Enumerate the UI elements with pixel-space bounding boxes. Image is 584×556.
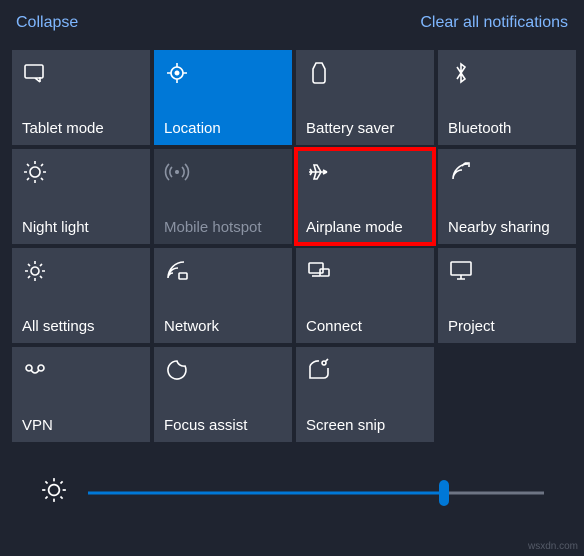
brightness-thumb[interactable]	[439, 480, 449, 506]
tile-project[interactable]: Project	[438, 248, 576, 343]
brightness-slider[interactable]	[88, 481, 544, 505]
tile-nearby-sharing[interactable]: Nearby sharing	[438, 149, 576, 244]
tile-mobile-hotspot: Mobile hotspot	[154, 149, 292, 244]
settings-icon	[22, 258, 140, 284]
tile-label: Network	[164, 318, 282, 335]
tile-night-light[interactable]: Night light	[12, 149, 150, 244]
focus-icon	[164, 357, 282, 383]
tile-label: Nearby sharing	[448, 219, 566, 236]
tile-vpn[interactable]: VPN	[12, 347, 150, 442]
snip-icon	[306, 357, 424, 383]
connect-icon	[306, 258, 424, 284]
tablet-icon	[22, 60, 140, 86]
bluetooth-icon	[448, 60, 566, 86]
collapse-link[interactable]: Collapse	[16, 14, 78, 32]
clear-notifications-link[interactable]: Clear all notifications	[420, 14, 568, 32]
vpn-icon	[22, 357, 140, 383]
tile-label: Night light	[22, 219, 140, 236]
quick-actions-grid: Tablet mode Location Battery saver Bluetoot…	[0, 50, 584, 442]
tile-label: Location	[164, 120, 282, 137]
airplane-icon	[306, 159, 424, 185]
watermark: wsxdn.com	[528, 541, 578, 552]
network-icon	[164, 258, 282, 284]
tile-label: Connect	[306, 318, 424, 335]
tile-tablet-mode[interactable]: Tablet mode	[12, 50, 150, 145]
tile-location[interactable]: Location	[154, 50, 292, 145]
tile-airplane-mode[interactable]: Airplane mode	[296, 149, 434, 244]
brightness-icon	[40, 476, 68, 509]
nightlight-icon	[22, 159, 140, 185]
hotspot-icon	[164, 159, 282, 185]
tile-label: Mobile hotspot	[164, 219, 282, 236]
tile-bluetooth[interactable]: Bluetooth	[438, 50, 576, 145]
nearby-icon	[448, 159, 566, 185]
tile-label: Bluetooth	[448, 120, 566, 137]
tile-label: Focus assist	[164, 417, 282, 434]
tile-focus-assist[interactable]: Focus assist	[154, 347, 292, 442]
tile-label: Screen snip	[306, 417, 424, 434]
tile-label: All settings	[22, 318, 140, 335]
brightness-fill	[88, 491, 444, 494]
location-icon	[164, 60, 282, 86]
battery-icon	[306, 60, 424, 86]
tile-all-settings[interactable]: All settings	[12, 248, 150, 343]
tile-battery-saver[interactable]: Battery saver	[296, 50, 434, 145]
tile-label: Project	[448, 318, 566, 335]
tile-screen-snip[interactable]: Screen snip	[296, 347, 434, 442]
tile-label: Tablet mode	[22, 120, 140, 137]
tile-network[interactable]: Network	[154, 248, 292, 343]
project-icon	[448, 258, 566, 284]
tile-label: Battery saver	[306, 120, 424, 137]
tile-label: VPN	[22, 417, 140, 434]
tile-connect[interactable]: Connect	[296, 248, 434, 343]
tile-label: Airplane mode	[306, 219, 424, 236]
